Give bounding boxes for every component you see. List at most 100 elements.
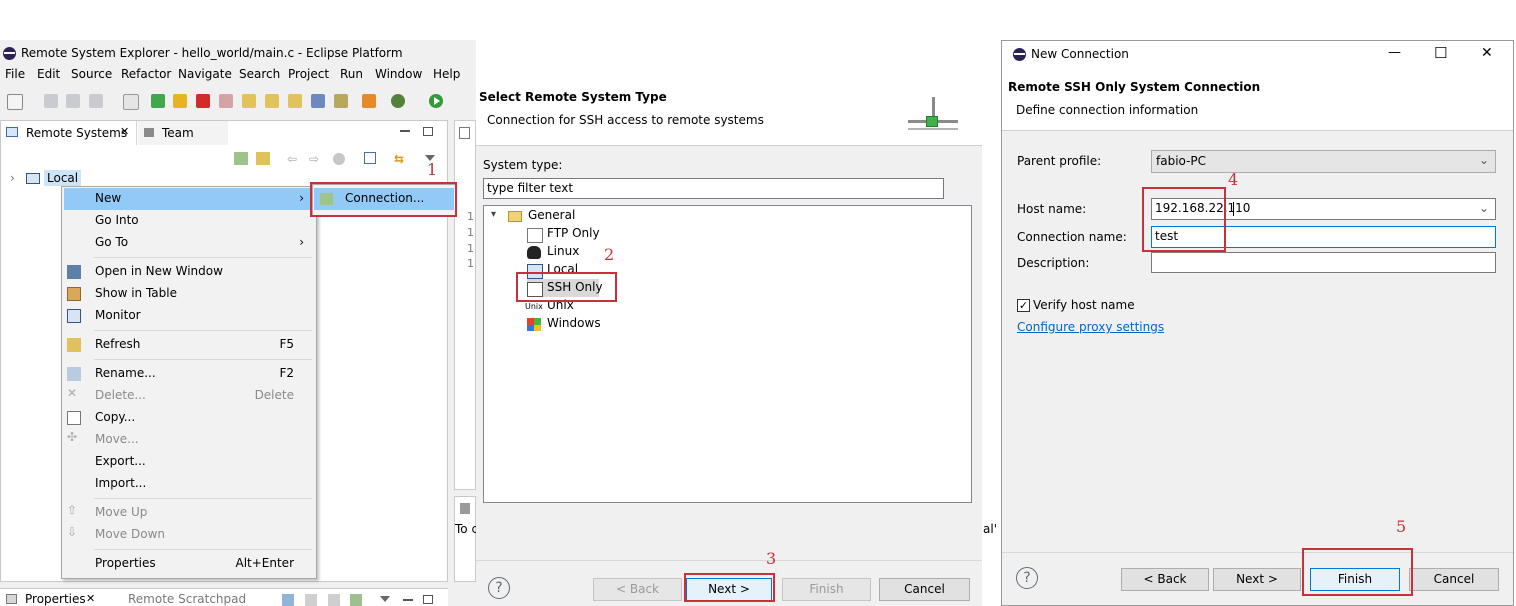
dialog-window-title: New Connection [1031,47,1129,61]
annotation-box-next [684,573,775,602]
collapse-all-icon[interactable] [364,152,376,164]
wizard-heading: Select Remote System Type [479,90,667,104]
close-icon[interactable]: ✕ [120,125,129,138]
table-icon [67,287,81,301]
menu-source[interactable]: Source [71,67,112,81]
drop-frame-icon[interactable] [311,94,325,108]
menu-item-move-down[interactable]: ⇩ Move Down [64,524,314,546]
finish-button[interactable]: Finish [782,578,871,601]
save-icon[interactable] [44,94,58,108]
close-icon[interactable]: ✕ [1481,45,1493,61]
rss-icon[interactable] [362,94,376,108]
menu-item-go-to[interactable]: Go To › [64,232,314,254]
tree-expand-icon[interactable]: › [10,171,15,185]
menu-item-open-in-new-window[interactable]: Open in New Window [64,261,314,283]
menu-separator [94,359,312,360]
home-icon[interactable] [333,153,345,165]
parent-profile-label: Parent profile: [1017,154,1102,168]
binary-icon[interactable] [123,94,139,110]
back-button[interactable]: < Back [593,578,682,601]
annotation-number-3: 3 [766,549,777,568]
step-over-icon[interactable] [265,94,279,108]
menu-item-export[interactable]: Export... [64,451,314,473]
menu-item-refresh[interactable]: Refresh F5 [64,334,314,356]
menu-item-new[interactable]: New › [64,188,314,210]
menu-window[interactable]: Window [375,67,422,81]
forward-icon[interactable]: ⇨ [309,152,319,166]
filter-input[interactable]: type filter text [483,178,944,199]
step-into-icon[interactable] [242,94,256,108]
minimize-icon[interactable]: — [1388,45,1401,60]
menu-project[interactable]: Project [288,67,329,81]
tree-item-local[interactable]: Local [44,170,82,186]
back-icon[interactable]: ⇦ [287,152,297,166]
tab-remote-scratchpad[interactable]: Remote Scratchpad [128,592,246,606]
menu-file[interactable]: File [5,67,25,81]
step-filter-icon[interactable] [334,94,348,108]
connection-name-label: Connection name: [1017,230,1127,244]
print-icon[interactable] [89,94,103,108]
window-title: Remote System Explorer - hello_world/mai… [21,46,403,60]
menu-run[interactable]: Run [340,67,363,81]
menu-edit[interactable]: Edit [37,67,60,81]
bottom-toolbar-icon[interactable] [305,594,317,606]
resume-icon[interactable] [151,94,165,108]
step-return-icon[interactable] [288,94,302,108]
menu-item-show-in-table[interactable]: Show in Table [64,283,314,305]
minimize-icon[interactable] [400,130,410,132]
close-icon[interactable]: ✕ [86,592,95,605]
debug-icon[interactable] [391,94,405,108]
menu-item-delete[interactable]: ✕ Delete... Delete [64,385,314,407]
back-button[interactable]: < Back [1121,568,1209,591]
parent-profile-select[interactable]: fabio-PC ⌄ [1151,150,1496,173]
terminate-icon[interactable] [196,94,210,108]
editor-tab-icon [459,127,470,139]
view-tab-remote-systems[interactable]: Remote Systems ✕ [1,121,137,145]
configure-proxy-link[interactable]: Configure proxy settings [1017,320,1164,334]
new-icon[interactable] [7,94,23,110]
help-button[interactable]: ? [488,577,510,599]
menu-refactor[interactable]: Refactor [121,67,171,81]
view-tab-team[interactable]: Team [138,121,228,145]
link-with-editor-icon[interactable]: ⇆ [394,152,404,166]
cancel-button[interactable]: Cancel [1409,568,1499,591]
maximize-icon[interactable]: ☐ [1434,44,1447,62]
menu-item-properties[interactable]: Properties Alt+Enter [64,553,314,575]
verify-host-checkbox[interactable]: ✓ [1017,299,1030,312]
maximize-icon[interactable] [423,127,433,136]
menu-item-move[interactable]: ✣ Move... [64,429,314,451]
tree-collapse-icon[interactable]: ▾ [491,209,496,220]
save-all-icon[interactable] [66,94,80,108]
bottom-toolbar-icon[interactable] [328,594,340,606]
view-menu-icon[interactable] [380,596,390,602]
maximize-icon[interactable] [423,595,433,604]
editor-area [454,120,476,490]
refresh-icon[interactable] [256,152,270,165]
menu-item-rename[interactable]: Rename... F2 [64,363,314,385]
cancel-button[interactable]: Cancel [879,578,970,601]
bottom-toolbar-icon[interactable] [350,594,362,606]
menu-item-copy[interactable]: Copy... [64,407,314,429]
chevron-down-icon: ⌄ [1478,201,1489,215]
remote-systems-icon [6,127,18,137]
tree-group-general[interactable]: General [528,208,575,222]
menu-navigate[interactable]: Navigate [178,67,232,81]
menu-item-import[interactable]: Import... [64,473,314,495]
minimize-icon[interactable] [403,599,413,601]
menu-search[interactable]: Search [239,67,280,81]
help-button[interactable]: ? [1016,567,1038,589]
menu-separator [94,330,312,331]
new-connection-icon[interactable] [234,152,248,165]
menu-bar: File Edit Source Refactor Navigate Searc… [0,66,476,84]
menu-help[interactable]: Help [433,67,460,81]
tab-properties[interactable]: Properties [25,592,86,606]
menu-item-move-up[interactable]: ⇧ Move Up [64,502,314,524]
disconnect-icon[interactable] [219,94,233,108]
next-button[interactable]: Next > [1213,568,1301,591]
suspend-icon[interactable] [173,94,187,108]
menu-item-monitor[interactable]: Monitor [64,305,314,327]
menu-item-go-into[interactable]: Go Into [64,210,314,232]
bottom-toolbar-icon[interactable] [282,594,294,606]
properties-icon [6,594,17,604]
description-input[interactable] [1151,252,1496,273]
